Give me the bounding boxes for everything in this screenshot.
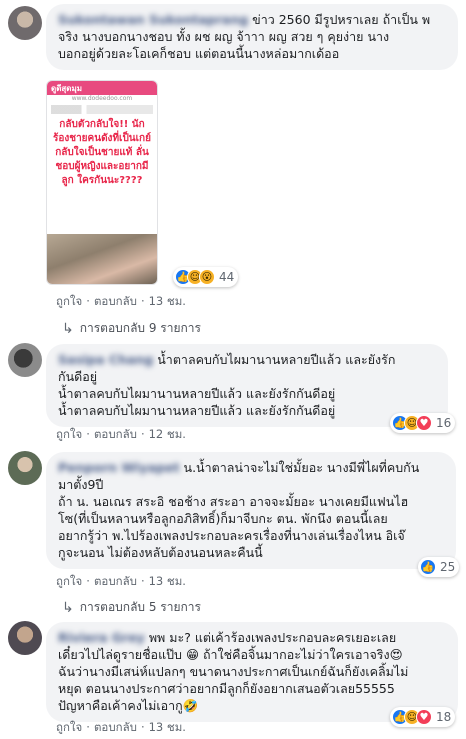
reply-link[interactable]: ตอบกลับ <box>94 426 137 444</box>
reply-link[interactable]: ตอบกลับ <box>94 719 137 737</box>
comment-actions: ถูกใจ · ตอบกลับ · 13 ชม. <box>56 293 186 311</box>
love-reaction-icon: ♥ <box>416 415 432 431</box>
comment-actions: ถูกใจ · ตอบกลับ · 12 ชม. <box>56 426 186 444</box>
avatar[interactable] <box>8 343 42 377</box>
like-link[interactable]: ถูกใจ <box>56 573 82 591</box>
comment-timestamp[interactable]: 12 ชม. <box>149 426 186 444</box>
comment-bubble: Sasipa Chang น้ำตาลคบกับไผมานานหลายปีแล้… <box>46 344 448 427</box>
reply-arrow-icon: ↳ <box>62 320 74 337</box>
like-link[interactable]: ถูกใจ <box>56 719 82 737</box>
reaction-count: 16 <box>436 416 452 430</box>
replies-count-label[interactable]: การตอบกลับ 5 รายการ <box>80 598 201 617</box>
reaction-count: 44 <box>219 270 235 284</box>
reaction-summary[interactable]: 👍 ☺ ♥ 16 <box>390 413 456 433</box>
comment-text: น.น้ำตาลน่าจะไม่ใช่มั้ยอะ นางมีพี่ไผที่ค… <box>58 460 420 560</box>
reply-arrow-icon: ↳ <box>62 599 74 616</box>
comment-actions: ถูกใจ · ตอบกลับ · 13 ชม. <box>56 719 186 737</box>
image-site-url: www.dodeedoo.com <box>71 95 133 102</box>
reaction-summary[interactable]: 👍 ☺ 😮 44 <box>173 267 239 287</box>
avatar[interactable] <box>8 621 42 655</box>
reaction-summary[interactable]: 👍 25 <box>418 557 460 577</box>
comment-bubble: Sukontawan Sukontaprang ข่าว 2560 มีรูปห… <box>46 4 458 70</box>
like-reaction-icon: 👍 <box>420 559 436 575</box>
comment-actions: ถูกใจ · ตอบกลับ · 13 ชม. <box>56 573 186 591</box>
wow-reaction-icon: 😮 <box>199 269 215 285</box>
love-reaction-icon: ♥ <box>416 709 432 725</box>
comment-author[interactable]: Penporn Wiyapet <box>58 460 180 475</box>
image-headline: กลับตัวกลับใจ!! นักร้องชายคนดังที่เป็นเก… <box>53 119 151 186</box>
view-replies-link[interactable]: ↳ การตอบกลับ 5 รายการ <box>62 598 201 617</box>
avatar[interactable] <box>8 6 42 40</box>
avatar[interactable] <box>8 451 42 485</box>
comment-timestamp[interactable]: 13 ชม. <box>149 573 186 591</box>
comment-author[interactable]: Riviera Grey <box>58 630 145 645</box>
comment-author[interactable]: Sukontawan Sukontaprang <box>58 12 248 27</box>
reaction-summary[interactable]: 👍 ☺ ♥ 18 <box>390 707 456 727</box>
reaction-count: 18 <box>436 710 452 724</box>
comment-bubble: Penporn Wiyapet น.น้ำตาลน่าจะไม่ใช่มั้ยอ… <box>46 452 456 569</box>
like-link[interactable]: ถูกใจ <box>56 293 82 311</box>
image-site-header: ดูดีสุดมุม <box>47 81 157 95</box>
image-photo <box>47 234 157 284</box>
comment-timestamp[interactable]: 13 ชม. <box>149 293 186 311</box>
image-byline <box>51 105 153 114</box>
like-link[interactable]: ถูกใจ <box>56 426 82 444</box>
reply-link[interactable]: ตอบกลับ <box>94 293 137 311</box>
reply-link[interactable]: ตอบกลับ <box>94 573 137 591</box>
comment-attached-image[interactable]: ดูดีสุดมุม www.dodeedoo.com กลับตัวกลับใ… <box>46 80 158 285</box>
comment-timestamp[interactable]: 13 ชม. <box>149 719 186 737</box>
reaction-count: 25 <box>440 560 456 574</box>
view-replies-link[interactable]: ↳ การตอบกลับ 9 รายการ <box>62 319 201 338</box>
comment-author[interactable]: Sasipa Chang <box>58 352 153 367</box>
replies-count-label[interactable]: การตอบกลับ 9 รายการ <box>80 319 201 338</box>
image-site-name: ดูดีสุดมุม <box>51 83 83 93</box>
